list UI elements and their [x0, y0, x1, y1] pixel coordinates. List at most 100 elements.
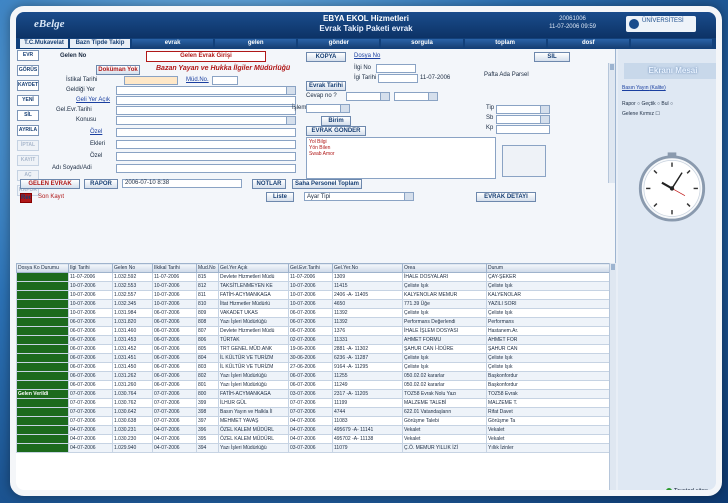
table-row[interactable]: 06-07-2006 1.031.260 06-07-2006 801 Yazı İşl…	[16, 380, 616, 390]
kalite-link[interactable]: (Kalite)	[650, 85, 666, 91]
islem-select[interactable]	[306, 104, 350, 113]
menu-item-4[interactable]: gelen	[215, 39, 297, 48]
sil-top-button[interactable]: SİL	[534, 52, 570, 62]
column-header[interactable]: Ilkikal Tarihi	[152, 263, 197, 273]
column-header[interactable]: Durum	[486, 263, 616, 273]
table-row[interactable]: 04-07-2006 1.029.940 04-07-2006 394 Yazı İşl…	[16, 443, 616, 453]
notlar-button[interactable]: NOTLAR	[252, 179, 286, 189]
date-time-field[interactable]: 2006-07-10 8:38	[122, 179, 242, 188]
adi-soyadi-input[interactable]	[116, 164, 296, 173]
saha-personel-button[interactable]: Saha Personel Toplam	[292, 179, 362, 189]
dosya-no-label[interactable]: Dosya No	[354, 53, 380, 59]
column-header[interactable]: Ilgi Tarihi	[68, 263, 113, 273]
column-header[interactable]: Gel.Yer Açık	[218, 263, 289, 273]
menu-item-3[interactable]: evrak	[132, 39, 214, 48]
table-row[interactable]: 04-07-2006 1.030.230 04-07-2006 395 ÖZEL KAL…	[16, 434, 616, 444]
evrak-tarihi-button[interactable]: Evrak Tarihi	[306, 81, 346, 91]
cevap-no-select-2[interactable]	[394, 92, 438, 101]
birim-button[interactable]: Birim	[321, 116, 351, 126]
table-row[interactable]: 07-07-2006 1.030.638 07-07-2006 397 MEHMET Y…	[16, 416, 616, 426]
column-header[interactable]: Orea	[402, 263, 487, 273]
yeni-button[interactable]: YENİ	[17, 95, 39, 106]
menu-item-2[interactable]: Bazn Tipde Takip	[70, 39, 130, 48]
tip-select[interactable]	[496, 105, 550, 114]
column-header[interactable]: Mud.No	[196, 263, 219, 273]
red-button[interactable]: Red	[20, 193, 32, 203]
table-row[interactable]: 10-07-2006 1.032.557 10-07-2006 811 FATİH-AC…	[16, 290, 616, 300]
ozel-input[interactable]	[116, 128, 296, 137]
kopya-button[interactable]: KOPYA	[306, 52, 346, 62]
table-row[interactable]: 06-07-2006 1.031.820 06-07-2006 808 Yazı İşl…	[16, 317, 616, 327]
gelen-evrak-button[interactable]: GELEN EVRAK	[20, 179, 80, 189]
evrak-gonder-button[interactable]: EVRAK GÖNDER	[306, 126, 366, 136]
gelis-acik-label[interactable]: Geli Yer Açık	[76, 97, 110, 103]
table-row[interactable]: 04-07-2006 1.030.231 04-07-2006 396 ÖZEL KAL…	[16, 425, 616, 435]
form-scrollbar[interactable]	[608, 63, 615, 183]
column-header[interactable]: Gelen No	[112, 263, 153, 273]
cevap-no-select[interactable]	[346, 92, 390, 101]
gelis-acik-input[interactable]	[116, 96, 296, 105]
evrak-detayi-button[interactable]: EVRAK DETAYI	[476, 192, 536, 202]
mud-no-label[interactable]: Müd.No.	[186, 77, 209, 83]
table-row[interactable]: 06-07-2006 1.031.450 06-07-2006 803 İL KÜLTÜ…	[16, 362, 616, 372]
kp-input[interactable]	[496, 125, 550, 134]
status-cell	[16, 272, 69, 282]
table-row[interactable]: 06-07-2006 1.031.452 06-07-2006 805 TRT GENE…	[16, 344, 616, 354]
radio-icon[interactable]: ○	[670, 101, 673, 107]
table-row[interactable]: 11-07-2006 1.032.592 11-07-2006 815 Devlete …	[16, 272, 616, 282]
sil-button[interactable]: SİL	[17, 110, 39, 121]
grid-scrollbar[interactable]	[609, 263, 616, 490]
dokuman-yok-button[interactable]: Doküman Yok	[96, 65, 140, 75]
kayit-button[interactable]: KAYIT	[17, 155, 39, 166]
menu-item-9[interactable]	[630, 39, 712, 48]
geldigi-yer-select[interactable]	[116, 86, 296, 95]
table-row[interactable]: 10-07-2006 1.031.984 06-07-2006 809 VAKADET …	[16, 308, 616, 318]
menu-item-5[interactable]: gönder	[298, 39, 380, 48]
iptal-button[interactable]: İPTAL	[17, 140, 39, 151]
menu-item-6[interactable]: sorgula	[381, 39, 463, 48]
menu-item-1[interactable]: T.C.Mukavelat	[20, 39, 68, 48]
table-row[interactable]: 06-07-2006 1.031.460 06-07-2006 807 Devlete …	[16, 326, 616, 336]
ekleri-input[interactable]	[116, 140, 296, 149]
table-row[interactable]: 06-07-2006 1.031.451 06-07-2006 804 İL KÜLTÜ…	[16, 353, 616, 363]
ilgi-tarihi-input[interactable]	[378, 74, 418, 83]
gelen-evrak-girisi-button[interactable]: Gelen Evrak Girişi	[146, 51, 266, 62]
table-row[interactable]: 07-07-2006 1.030.642 07-07-2006 398 Basın Ya…	[16, 407, 616, 417]
notes-memo[interactable]: Yol Bilgi Yön Bilen Swab Amor	[306, 137, 496, 179]
rapor-button[interactable]: RAPOR	[84, 179, 118, 189]
table-row[interactable]: 07-07-2006 1.030.762 07-07-2006 399 İLHUR GÜ…	[16, 398, 616, 408]
column-header[interactable]: Dosya Ko Durumu	[16, 263, 69, 273]
kaydet-button[interactable]: KAYDET	[17, 80, 39, 91]
checkbox-icon[interactable]: ☐	[655, 111, 659, 117]
table-cell: Hastanem.Ar.	[486, 326, 616, 336]
table-row[interactable]: 10-07-2006 1.032.345 10-07-2006 810 İltat Hi…	[16, 299, 616, 309]
table-cell: Ç.Ö. MEMUR YILLIK İZİ	[402, 443, 487, 453]
ayrila-button[interactable]: AYRILA	[17, 125, 39, 136]
mud-no-input[interactable]	[212, 76, 238, 85]
table-cell: 398	[196, 407, 219, 417]
column-header[interactable]: Gel.Yer.No	[332, 263, 403, 273]
menu-item-8[interactable]: dosf	[547, 39, 629, 48]
ozel-label[interactable]: Özel	[90, 129, 102, 135]
gel-evr-tarihi-input[interactable]	[116, 106, 296, 115]
ilgi-no-input[interactable]	[376, 64, 416, 73]
table-row[interactable]: 06-07-2006 1.031.262 06-07-2006 802 Yazı İşl…	[16, 371, 616, 381]
basin-yayin-link[interactable]: Basın Yayın	[622, 85, 649, 91]
gorus-button[interactable]: GÖRÜS	[17, 65, 39, 76]
table-row[interactable]: 10-07-2006 1.032.553 10-07-2006 812 TAKSİTLE…	[16, 281, 616, 291]
ayar-tipi-select[interactable]: Ayar Tipi	[304, 192, 414, 201]
liste-button[interactable]: Liste	[266, 192, 294, 202]
column-header[interactable]: Gel.Evr.Tarihi	[288, 263, 333, 273]
evr-button[interactable]: EVR	[17, 50, 39, 61]
istikal-tarihi-input[interactable]	[124, 76, 178, 85]
menu-item-7[interactable]: toplam	[464, 39, 546, 48]
table-cell: 07-07-2006	[288, 398, 333, 408]
table-row[interactable]: Gelen Verildi 07-07-2006 1.030.764 07-07-20…	[16, 389, 616, 399]
ozel-2-input[interactable]	[116, 152, 296, 161]
radio-icon[interactable]: ○	[637, 101, 640, 107]
konusu-select[interactable]	[116, 116, 296, 125]
radio-icon[interactable]: ○	[657, 101, 660, 107]
sb-select[interactable]	[496, 115, 550, 124]
table-cell: 06-07-2006	[288, 371, 333, 381]
table-row[interactable]: 06-07-2006 1.031.453 06-07-2006 806 TÜRTAK 02…	[16, 335, 616, 345]
